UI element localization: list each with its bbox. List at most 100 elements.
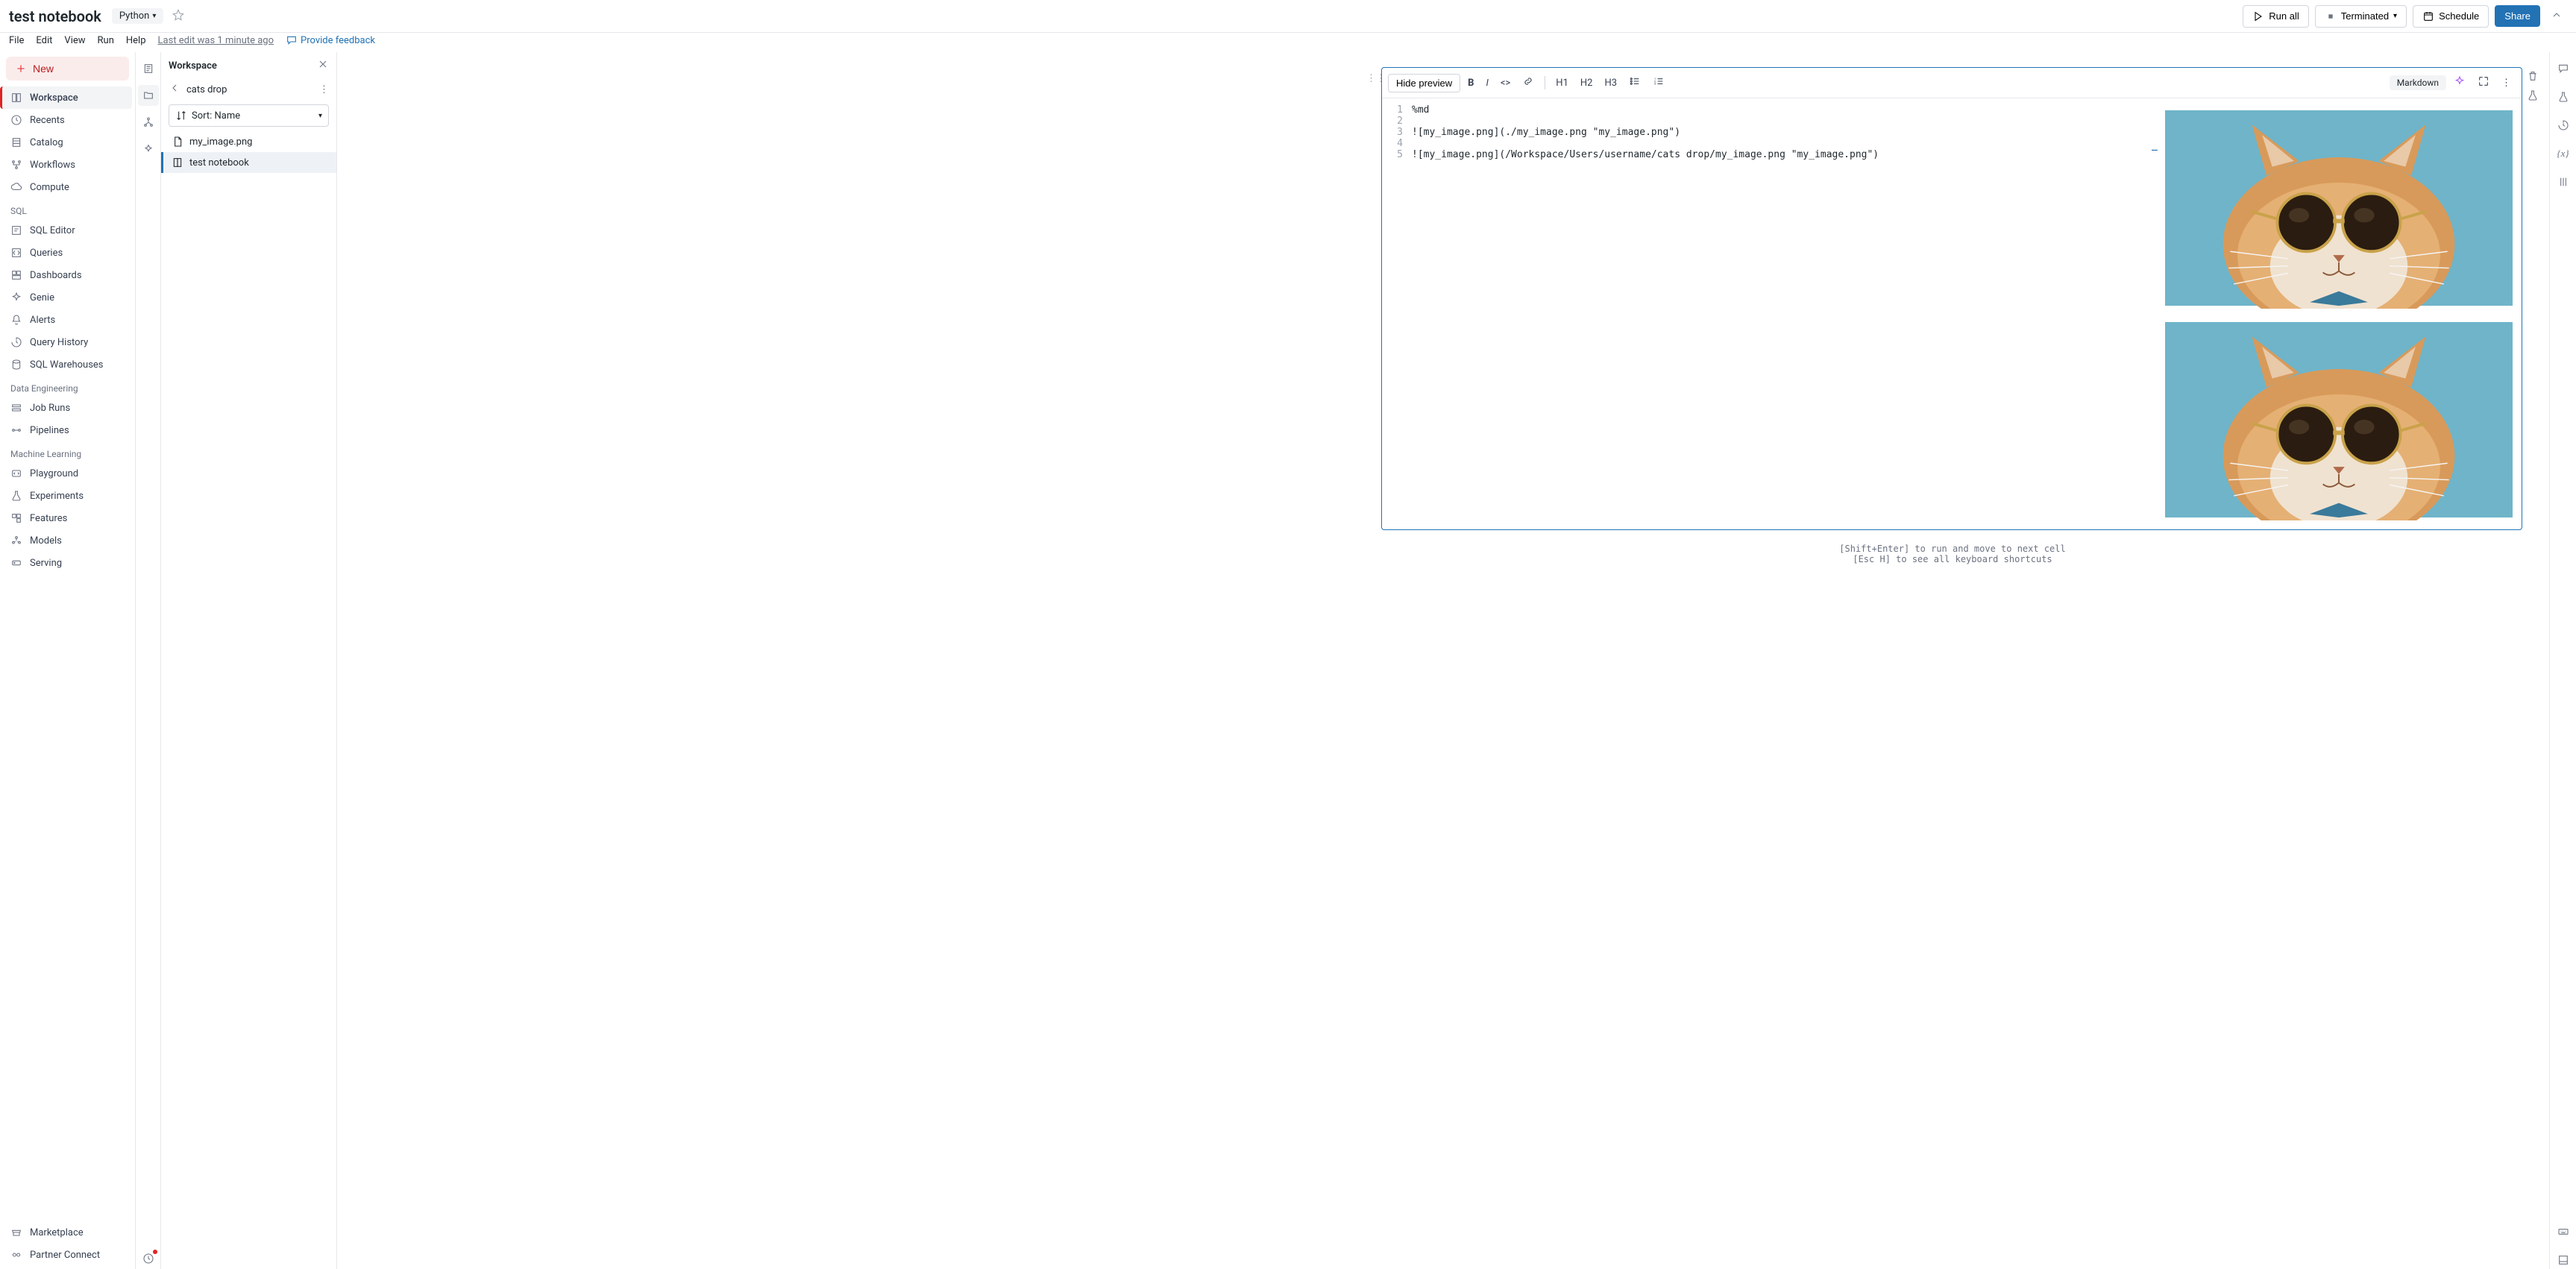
rail-folder-icon[interactable] <box>138 85 159 106</box>
star-icon[interactable] <box>172 9 184 24</box>
file-item-label: test notebook <box>189 157 249 169</box>
sidebar-item-label: Catalog <box>30 137 63 148</box>
menu-view[interactable]: View <box>64 35 85 46</box>
panel-icon[interactable] <box>2554 1251 2572 1269</box>
sidebar-item-workflows[interactable]: Workflows <box>3 154 132 176</box>
flask-icon[interactable] <box>2554 88 2572 106</box>
feedback-link[interactable]: Provide feedback <box>286 34 375 46</box>
menu-run[interactable]: Run <box>98 35 114 46</box>
sidebar-item-marketplace[interactable]: Marketplace <box>3 1221 132 1244</box>
feedback-label: Provide feedback <box>301 35 375 46</box>
sidebar-item-recents[interactable]: Recents <box>3 109 132 131</box>
sidebar-item-label: Alerts <box>30 315 55 326</box>
file-item[interactable]: my_image.png <box>161 131 336 152</box>
sparkle-icon[interactable] <box>2449 72 2470 93</box>
history-icon[interactable] <box>2554 116 2572 134</box>
kebab-icon[interactable]: ⋮ <box>2497 75 2516 92</box>
rail-schema-icon[interactable] <box>138 112 159 133</box>
rail-history-icon[interactable] <box>138 1248 159 1269</box>
kebab-icon[interactable]: ⋮ <box>319 84 329 95</box>
sidebar-item-genie[interactable]: Genie <box>3 286 132 309</box>
sidebar-item-job-runs[interactable]: Job Runs <box>3 397 132 419</box>
sidebar-item-query-history[interactable]: Query History <box>3 331 132 353</box>
delete-cell-icon[interactable] <box>2527 70 2539 85</box>
sidebar-item-label: SQL Warehouses <box>30 359 104 371</box>
sidebar-item-dashboards[interactable]: Dashboards <box>3 264 132 286</box>
menu-file[interactable]: File <box>9 35 24 46</box>
notebook-title[interactable]: test notebook <box>9 7 101 25</box>
sidebar-item-sql-warehouses[interactable]: SQL Warehouses <box>3 353 132 376</box>
sort-select[interactable]: Sort: Name ▾ <box>169 104 329 127</box>
compute-status-button[interactable]: Terminated ▾ <box>2315 5 2407 28</box>
sidebar-item-sql-editor[interactable]: SQL Editor <box>3 219 132 242</box>
code-editor[interactable]: 1%md 2 3![my_image.png](./my_image.png "… <box>1382 98 2153 529</box>
sidebar-item-label: Features <box>30 513 67 524</box>
expand-icon[interactable] <box>2473 72 2494 93</box>
sidebar-item-queries[interactable]: Queries <box>3 242 132 264</box>
keyboard-icon[interactable] <box>2554 1223 2572 1241</box>
sidebar-item-features[interactable]: Features <box>3 507 132 529</box>
sidebar-item-label: Experiments <box>30 491 84 502</box>
markdown-cell[interactable]: Hide preview B I <> H1 H2 H3 123 <box>1381 67 2522 530</box>
h2-button[interactable]: H2 <box>1576 75 1598 92</box>
run-all-button[interactable]: Run all <box>2243 5 2308 28</box>
last-edit-link[interactable]: Last edit was 1 minute ago <box>158 35 274 46</box>
close-icon[interactable] <box>317 58 329 73</box>
comment-icon[interactable] <box>2554 60 2572 78</box>
sidebar-item-partner-connect[interactable]: Partner Connect <box>3 1244 132 1266</box>
menu-help[interactable]: Help <box>126 35 146 46</box>
schedule-button[interactable]: Schedule <box>2413 5 2489 28</box>
sidebar-item-pipelines[interactable]: Pipelines <box>3 419 132 441</box>
hide-preview-button[interactable]: Hide preview <box>1388 74 1460 92</box>
section-sql: SQL <box>3 198 132 219</box>
h3-button[interactable]: H3 <box>1600 75 1621 92</box>
sidebar-item-label: Dashboards <box>30 270 82 281</box>
section-ml: Machine Learning <box>3 441 132 462</box>
numbered-list-button[interactable]: 123 <box>1648 72 1669 93</box>
chevron-down-icon: ▾ <box>152 12 156 20</box>
share-button[interactable]: Share <box>2495 5 2540 27</box>
columns-icon[interactable] <box>2554 173 2572 191</box>
bold-button[interactable]: B <box>1463 75 1478 92</box>
h1-button[interactable]: H1 <box>1551 75 1573 92</box>
bullet-list-button[interactable] <box>1624 72 1645 93</box>
sidebar-item-label: Workflows <box>30 160 75 171</box>
cell-type-pill[interactable]: Markdown <box>2390 75 2446 90</box>
file-rail <box>136 52 161 1269</box>
sidebar-item-models[interactable]: Models <box>3 529 132 552</box>
sidebar-item-compute[interactable]: Compute <box>3 176 132 198</box>
schedule-label: Schedule <box>2439 10 2479 22</box>
chevron-up-icon[interactable] <box>2546 4 2567 28</box>
code-button[interactable]: <> <box>1496 75 1515 92</box>
sidebar-item-label: Models <box>30 535 62 547</box>
rail-outline-icon[interactable] <box>138 58 159 79</box>
sidebar-item-playground[interactable]: Playground <box>3 462 132 485</box>
sidebar-item-alerts[interactable]: Alerts <box>3 309 132 331</box>
file-item[interactable]: test notebook <box>161 152 336 173</box>
back-arrow-icon[interactable] <box>169 82 180 97</box>
file-icon <box>172 136 183 148</box>
sidebar-item-label: Job Runs <box>30 403 70 414</box>
link-button[interactable] <box>1518 72 1539 93</box>
sidebar-item-workspace[interactable]: Workspace <box>0 86 132 109</box>
variable-icon[interactable]: {x} <box>2554 145 2572 163</box>
italic-button[interactable]: I <box>1481 75 1492 92</box>
file-item-label: my_image.png <box>189 136 252 148</box>
sidebar-item-label: Marketplace <box>30 1227 84 1238</box>
rail-sparkle-icon[interactable] <box>138 139 159 160</box>
section-data-eng: Data Engineering <box>3 376 132 397</box>
folder-name[interactable]: cats drop <box>186 84 227 95</box>
sidebar-item-experiments[interactable]: Experiments <box>3 485 132 507</box>
preview-image <box>2165 107 2513 309</box>
markdown-preview <box>2156 98 2522 529</box>
new-button[interactable]: New <box>6 57 129 81</box>
keyboard-hints: [Shift+Enter] to run and move to next ce… <box>1366 544 2539 564</box>
sidebar-item-catalog[interactable]: Catalog <box>3 131 132 154</box>
language-label: Python <box>119 10 149 22</box>
flask-icon[interactable] <box>2527 89 2539 104</box>
language-selector[interactable]: Python ▾ <box>112 8 164 24</box>
menu-edit[interactable]: Edit <box>36 35 52 46</box>
svg-text:3: 3 <box>1654 82 1656 86</box>
sidebar-item-serving[interactable]: Serving <box>3 552 132 574</box>
drag-handle-icon[interactable]: ⋮⋮ <box>1366 67 1377 84</box>
